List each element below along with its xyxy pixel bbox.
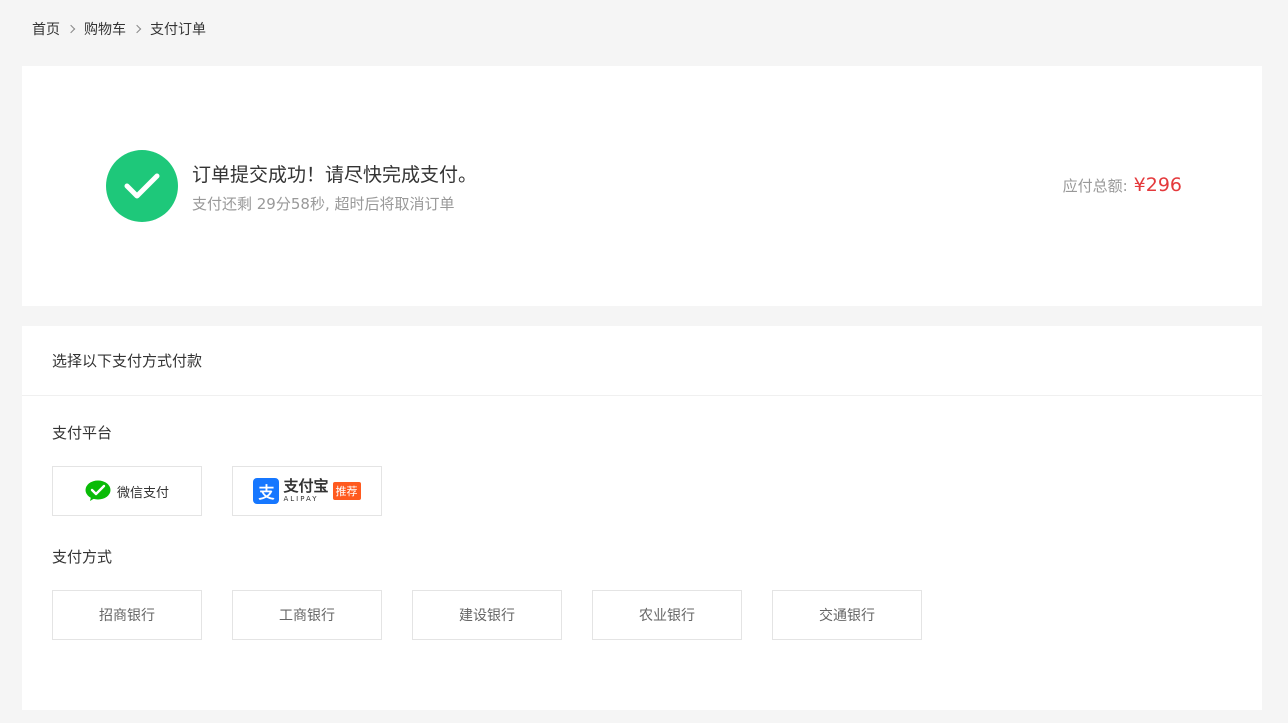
payment-panel: 选择以下支付方式付款 支付平台 微信支付 支 支付宝 ALIPAY 推荐 支付方… [22, 326, 1262, 710]
check-icon [106, 150, 178, 222]
chevron-right-icon [132, 24, 142, 34]
bank-option-bocom[interactable]: 交通银行 [772, 590, 922, 640]
bank-option-abc[interactable]: 农业银行 [592, 590, 742, 640]
bank-option-ccb[interactable]: 建设银行 [412, 590, 562, 640]
countdown-text: 支付还剩 29分58秒, 超时后将取消订单 [192, 195, 455, 213]
recommend-badge: 推荐 [332, 482, 361, 500]
wechat-pay-label: 微信支付 [116, 485, 169, 501]
chevron-right-icon [66, 24, 76, 34]
success-title: 订单提交成功！请尽快完成支付。 [192, 164, 478, 186]
method-section-title: 支付方式 [52, 548, 113, 566]
alipay-sublabel: ALIPAY [283, 495, 319, 503]
breadcrumb-home[interactable]: 首页 [32, 19, 60, 39]
alipay-label: 支付宝 [283, 477, 329, 495]
total-amount: ¥296 [1133, 174, 1182, 196]
alipay-wordmark: 支付宝 ALIPAY [283, 479, 328, 503]
alipay-button[interactable]: 支 支付宝 ALIPAY 推荐 [232, 466, 382, 516]
bank-option-cmb[interactable]: 招商银行 [52, 590, 202, 640]
breadcrumb: 首页 购物车 支付订单 [32, 19, 206, 39]
platform-section-title: 支付平台 [52, 424, 113, 442]
alipay-icon: 支 [253, 478, 280, 504]
wechat-pay-button[interactable]: 微信支付 [52, 466, 202, 516]
breadcrumb-cart[interactable]: 购物车 [84, 19, 126, 39]
wechat-icon [85, 480, 111, 502]
breadcrumb-current: 支付订单 [150, 22, 206, 38]
bank-option-icbc[interactable]: 工商银行 [232, 590, 382, 640]
total-label: 应付总额: [1062, 177, 1128, 195]
order-success-panel: 订单提交成功！请尽快完成支付。 支付还剩 29分58秒, 超时后将取消订单 应付… [22, 66, 1262, 306]
payment-header: 选择以下支付方式付款 [22, 326, 1262, 396]
order-total: 应付总额: ¥296 [1063, 174, 1182, 196]
